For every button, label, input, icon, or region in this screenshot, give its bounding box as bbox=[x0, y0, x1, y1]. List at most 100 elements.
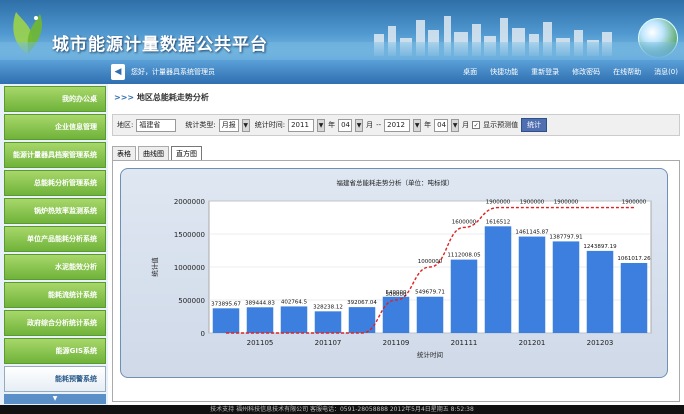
y-tick-label: 500000 bbox=[178, 297, 205, 305]
line-value-label: 1000000 bbox=[418, 259, 443, 265]
bar bbox=[246, 307, 274, 333]
nav-link[interactable]: 消息(0) bbox=[654, 67, 678, 77]
sidebar-item[interactable]: 能源GIS系统 bbox=[4, 338, 106, 364]
x-tick-label: 201105 bbox=[247, 339, 274, 347]
nav-link[interactable]: 桌面 bbox=[463, 67, 477, 77]
bar-value-label: 392067.04 bbox=[347, 300, 377, 306]
y-tick-label: 1500000 bbox=[174, 231, 205, 239]
bar-chart: 福建省总能耗走势分析（单位：吨标煤） 0 500000 1000000 1500000 2… bbox=[150, 178, 652, 359]
sidebar-item[interactable]: 政府综合分析统计系统 bbox=[4, 310, 106, 336]
year-unit: 年 bbox=[328, 121, 336, 129]
page-title: 地区总能耗走势分析 bbox=[136, 93, 209, 102]
bar-value-label: 1387797.91 bbox=[549, 234, 582, 240]
year-unit: 年 bbox=[424, 121, 432, 129]
nav-link[interactable]: 修改密码 bbox=[572, 67, 600, 77]
forecast-checkbox[interactable]: ✓ bbox=[472, 121, 481, 129]
x-tick-label: 201203 bbox=[587, 339, 614, 347]
forecast-label: 显示预测值 bbox=[483, 121, 519, 129]
chart-container: 福建省总能耗走势分析（单位：吨标煤） 0 500000 1000000 1500000 2… bbox=[120, 168, 668, 378]
nav-link[interactable]: 快捷功能 bbox=[490, 67, 518, 77]
start-year-dropdown-icon[interactable]: ▼ bbox=[317, 118, 326, 132]
stat-type-select[interactable]: 月报 bbox=[218, 118, 239, 132]
bar-value-label: 328238.12 bbox=[313, 304, 343, 310]
submit-button[interactable]: 统计 bbox=[521, 118, 548, 132]
sidebar-item[interactable]: 单位产品能耗分析系统 bbox=[4, 226, 106, 252]
sidebar-item[interactable]: 水泥能效分析 bbox=[4, 254, 106, 280]
sidebar-item[interactable]: 能耗预警系统 bbox=[4, 366, 106, 392]
tab[interactable]: 表格 bbox=[112, 146, 136, 160]
bar-value-label: 1616512 bbox=[486, 219, 511, 225]
back-arrow-icon[interactable]: ◀ bbox=[111, 64, 125, 80]
view-tabs: 表格 曲线图 直方图 bbox=[112, 146, 202, 160]
bar-value-label: 402764.5 bbox=[281, 299, 308, 305]
bar-value-label: 389444.83 bbox=[245, 300, 275, 306]
chart-title: 福建省总能耗走势分析（单位：吨标煤） bbox=[337, 178, 454, 187]
y-axis-label: 统计值 bbox=[150, 257, 159, 277]
bar bbox=[416, 296, 444, 333]
sidebar-item[interactable]: 锅炉热效率监测系统 bbox=[4, 198, 106, 224]
bar bbox=[586, 250, 614, 333]
end-month-dropdown-icon[interactable]: ▼ bbox=[451, 118, 460, 132]
sidebar-item[interactable]: 能耗流统计系统 bbox=[4, 282, 106, 308]
y-tick-label: 2000000 bbox=[174, 198, 205, 206]
tab[interactable]: 直方图 bbox=[171, 146, 202, 160]
header-banner: 城市能源计量数据公共平台 bbox=[0, 0, 684, 60]
bar bbox=[484, 226, 512, 333]
breadcrumb-arrow-icon: >>> bbox=[114, 93, 135, 102]
nav-link[interactable]: 重新登录 bbox=[531, 67, 559, 77]
start-month-select[interactable]: 04 bbox=[338, 118, 353, 132]
region-input[interactable]: 福建省 bbox=[136, 118, 177, 132]
welcome-text: 您好，计量器具系统管理员 bbox=[131, 68, 215, 76]
x-axis-label: 统计时间 bbox=[417, 350, 443, 359]
bar bbox=[212, 308, 240, 333]
line-value-label: 1900000 bbox=[554, 200, 579, 206]
month-unit: 月 bbox=[366, 121, 374, 129]
end-year-select[interactable]: 2012 bbox=[384, 118, 411, 132]
bar-value-label: 1243897.19 bbox=[583, 244, 617, 250]
app-title: 城市能源计量数据公共平台 bbox=[52, 35, 268, 55]
bar bbox=[552, 241, 580, 333]
bar-value-label: 373895.67 bbox=[211, 301, 241, 307]
breadcrumb: >>> 地区总能耗走势分析 bbox=[114, 92, 209, 103]
sidebar-header bbox=[0, 60, 108, 84]
top-nav-bar: ◀ 您好，计量器具系统管理员 桌面 快捷功能 重新登录 修改密码 在线帮助 消息(0) bbox=[108, 60, 684, 84]
line-value-label: 1900000 bbox=[486, 200, 511, 206]
line-value-label: 500000 bbox=[386, 292, 407, 298]
sidebar: 我的办公桌 企业信息管理 能源计量器具档案管理系统 总能耗分析管理系统 锅炉热效率监测系… bbox=[0, 60, 108, 405]
bar-value-label: 1112008.05 bbox=[447, 253, 481, 259]
bar bbox=[314, 311, 342, 333]
filter-bar: 地区: 福建省 统计类型: 月报 ▼ 统计时间: 2011 ▼ 年 04 ▼ 月… bbox=[112, 114, 680, 136]
line-value-label: 1900000 bbox=[520, 200, 545, 206]
bar-value-label: 1461145.87 bbox=[515, 230, 549, 236]
start-month-dropdown-icon[interactable]: ▼ bbox=[355, 118, 364, 132]
nav-link[interactable]: 在线帮助 bbox=[613, 67, 641, 77]
y-tick-label: 1000000 bbox=[174, 264, 205, 272]
sidebar-scroll-down-icon[interactable]: ▼ bbox=[4, 394, 106, 404]
nav-links: 桌面 快捷功能 重新登录 修改密码 在线帮助 消息(0) bbox=[463, 67, 684, 77]
region-label: 地区: bbox=[117, 121, 134, 129]
sidebar-list: 我的办公桌 企业信息管理 能源计量器具档案管理系统 总能耗分析管理系统 锅炉热效率监测系… bbox=[0, 86, 108, 392]
bar bbox=[382, 296, 410, 333]
time-label: 统计时间: bbox=[254, 121, 286, 129]
sidebar-item[interactable]: 我的办公桌 bbox=[4, 86, 106, 112]
end-year-dropdown-icon[interactable]: ▼ bbox=[413, 118, 422, 132]
sidebar-item[interactable]: 企业信息管理 bbox=[4, 114, 106, 140]
tab[interactable]: 曲线图 bbox=[138, 146, 169, 160]
range-separator: -- bbox=[376, 121, 382, 129]
line-value-label: 1900000 bbox=[622, 200, 647, 206]
bar bbox=[518, 236, 546, 333]
start-year-select[interactable]: 2011 bbox=[288, 118, 315, 132]
y-tick-label: 0 bbox=[201, 330, 205, 338]
bar bbox=[280, 306, 308, 333]
bar-value-label: 549679.71 bbox=[415, 290, 445, 296]
month-unit: 月 bbox=[462, 121, 470, 129]
stat-type-dropdown-icon[interactable]: ▼ bbox=[241, 118, 250, 132]
footer: 技术支持 福州科技信息技术有限公司 客服电话：0591-28058888 201… bbox=[0, 405, 684, 414]
sidebar-item[interactable]: 总能耗分析管理系统 bbox=[4, 170, 106, 196]
line-value-label: 1600000 bbox=[452, 219, 477, 225]
x-tick-label: 201201 bbox=[519, 339, 546, 347]
x-tick-label: 201109 bbox=[383, 339, 410, 347]
sidebar-item[interactable]: 能源计量器具档案管理系统 bbox=[4, 142, 106, 168]
bar bbox=[450, 259, 478, 333]
end-month-select[interactable]: 04 bbox=[434, 118, 449, 132]
